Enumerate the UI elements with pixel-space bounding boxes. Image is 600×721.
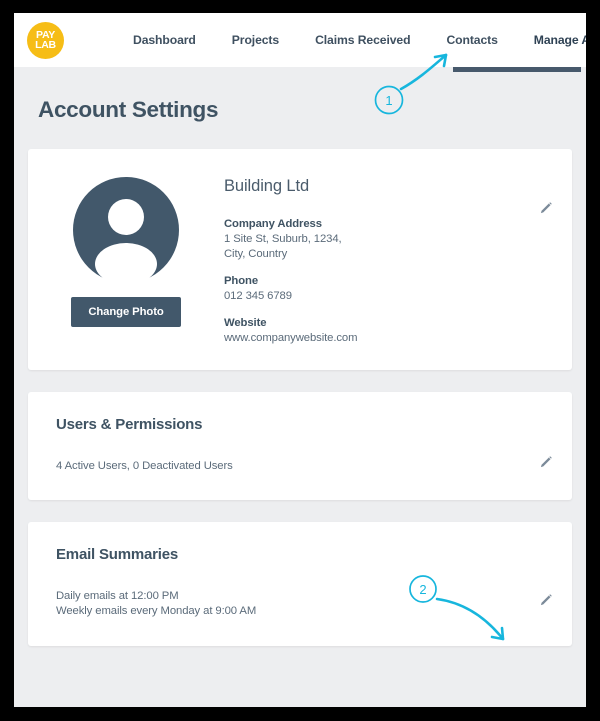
top-navigation-bar: PAY LAB Dashboard Projects Claims Receiv…	[14, 13, 586, 67]
email-summaries-schedule: Daily emails at 12:00 PM Weekly emails e…	[56, 589, 550, 620]
profile-details-column: Building Ltd Company Address 1 Site St, …	[202, 173, 550, 346]
users-permissions-summary: 4 Active Users, 0 Deactivated Users	[56, 459, 233, 472]
field-phone: Phone 012 345 6789	[224, 275, 550, 304]
email-summaries-card: Email Summaries Daily emails at 12:00 PM…	[28, 521, 572, 646]
field-value: 012 345 6789	[224, 289, 292, 302]
nav-item-manage-account[interactable]: Manage Account	[516, 33, 586, 47]
field-label: Website	[224, 316, 267, 329]
nav-item-claims-received[interactable]: Claims Received	[297, 33, 428, 47]
user-avatar-icon	[73, 177, 179, 283]
field-label: Company Address	[224, 218, 322, 230]
email-summaries-title: Email Summaries	[56, 545, 179, 563]
nav-items: Dashboard Projects Claims Received Conta…	[115, 33, 586, 47]
change-photo-button[interactable]: Change Photo	[71, 297, 181, 327]
nav-item-projects[interactable]: Projects	[214, 33, 297, 47]
field-website: Website www.companywebsite.com	[224, 317, 550, 346]
profile-photo-column: Change Photo	[50, 173, 202, 346]
logo-line-2: LAB	[35, 39, 56, 51]
company-profile-edit-icon[interactable]	[537, 200, 554, 217]
page-content: Account Settings Change Photo Building L…	[14, 67, 586, 646]
company-profile-card: Change Photo Building Ltd Company Addres…	[28, 149, 572, 370]
users-permissions-edit-icon[interactable]	[537, 454, 554, 471]
page-title: Account Settings	[38, 97, 219, 122]
app-window: PAY LAB Dashboard Projects Claims Receiv…	[14, 13, 586, 707]
field-value: www.companywebsite.com	[224, 331, 358, 344]
field-value: 1 Site St, Suburb, 1234, City, Country	[224, 233, 342, 260]
nav-item-dashboard[interactable]: Dashboard	[115, 33, 214, 47]
field-company-address: Company Address 1 Site St, Suburb, 1234,…	[224, 218, 550, 262]
users-permissions-card: Users & Permissions 4 Active Users, 0 De…	[28, 391, 572, 500]
email-summaries-edit-icon[interactable]	[537, 592, 554, 609]
nav-item-contacts[interactable]: Contacts	[428, 33, 515, 47]
field-label: Phone	[224, 274, 259, 287]
screenshot-frame: PAY LAB Dashboard Projects Claims Receiv…	[0, 0, 600, 721]
paylab-logo[interactable]: PAY LAB	[27, 21, 64, 59]
users-permissions-title: Users & Permissions	[56, 415, 203, 433]
email-summaries-weekly: Weekly emails every Monday at 9:00 AM	[56, 605, 257, 618]
company-name: Building Ltd	[224, 177, 310, 195]
email-summaries-daily: Daily emails at 12:00 PM	[56, 589, 179, 602]
